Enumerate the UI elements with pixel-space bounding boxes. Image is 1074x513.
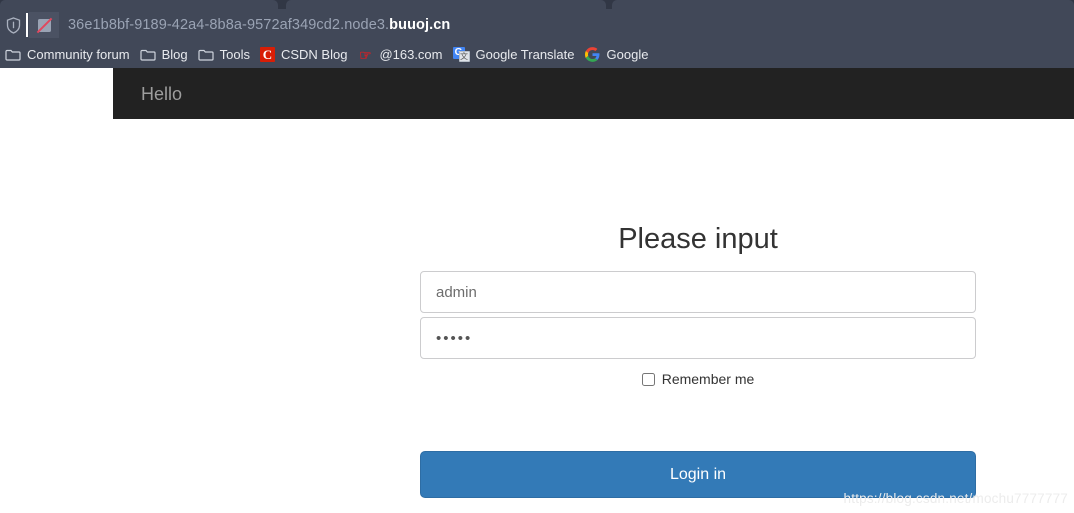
page-title: Please input	[618, 223, 778, 255]
omnibox-divider	[26, 13, 28, 37]
bookmark-label: Tools	[219, 47, 250, 62]
bookmark-blog[interactable]: Blog	[138, 44, 194, 66]
watermark-text: https://blog.csdn.net/mochu7777777	[843, 491, 1068, 506]
bookmark-label: Community forum	[27, 47, 130, 62]
url-text[interactable]: 36e1b8bf-9189-42a4-8b8a-9572af349cd2.nod…	[68, 17, 450, 33]
bookmark-label: Blog	[161, 47, 188, 62]
google-icon	[584, 46, 601, 63]
remember-me-label: Remember me	[661, 371, 755, 387]
remember-me-row: Remember me	[420, 371, 976, 387]
bookmarks-bar: Community forum Blog Tools C CSDN Blog ☞	[0, 41, 1074, 68]
bookmark-csdn-blog[interactable]: C CSDN Blog	[258, 44, 353, 66]
bookmark-google-translate[interactable]: G 文 Google Translate	[451, 44, 581, 66]
browser-chrome: 36e1b8bf-9189-42a4-8b8a-9572af349cd2.nod…	[0, 0, 1074, 68]
google-translate-icon: G 文	[452, 47, 470, 62]
browser-tab[interactable]	[612, 0, 1074, 9]
page-content: Please input Remember me Login in https:…	[0, 119, 1074, 513]
username-input[interactable]	[420, 271, 976, 313]
address-bar[interactable]: 36e1b8bf-9189-42a4-8b8a-9572af349cd2.nod…	[0, 9, 1074, 41]
url-subdomain: 36e1b8bf-9189-42a4-8b8a-9572af349cd2.nod…	[68, 17, 390, 33]
bookmark-community-forum[interactable]: Community forum	[3, 44, 136, 66]
site-navbar: Hello	[113, 68, 1074, 119]
netease-icon: ☞	[359, 46, 372, 63]
tab-strip[interactable]	[0, 0, 1074, 9]
navbar-brand[interactable]: Hello	[113, 84, 182, 104]
password-input[interactable]	[420, 317, 976, 359]
folder-icon	[139, 47, 156, 63]
bookmark-google[interactable]: Google	[583, 44, 655, 66]
page-viewport: Hello Please input Remember me Login in …	[0, 68, 1074, 513]
folder-icon	[5, 47, 21, 63]
browser-tab[interactable]	[286, 0, 606, 9]
bookmark-label: Google	[606, 47, 649, 62]
bookmark-163-mail[interactable]: ☞ @163.com	[355, 44, 448, 66]
not-secure-icon[interactable]	[29, 12, 59, 38]
csdn-icon: C	[259, 47, 275, 62]
shield-icon[interactable]	[2, 14, 24, 36]
browser-tab[interactable]	[0, 0, 278, 9]
bookmark-label: CSDN Blog	[280, 47, 348, 62]
url-domain: buuoj.cn	[389, 17, 451, 33]
bookmark-tools[interactable]: Tools	[196, 44, 256, 66]
bookmark-label: Google Translate	[475, 47, 575, 62]
remember-me-checkbox[interactable]	[641, 372, 655, 386]
bookmark-label: @163.com	[379, 47, 443, 62]
folder-icon	[198, 47, 214, 63]
